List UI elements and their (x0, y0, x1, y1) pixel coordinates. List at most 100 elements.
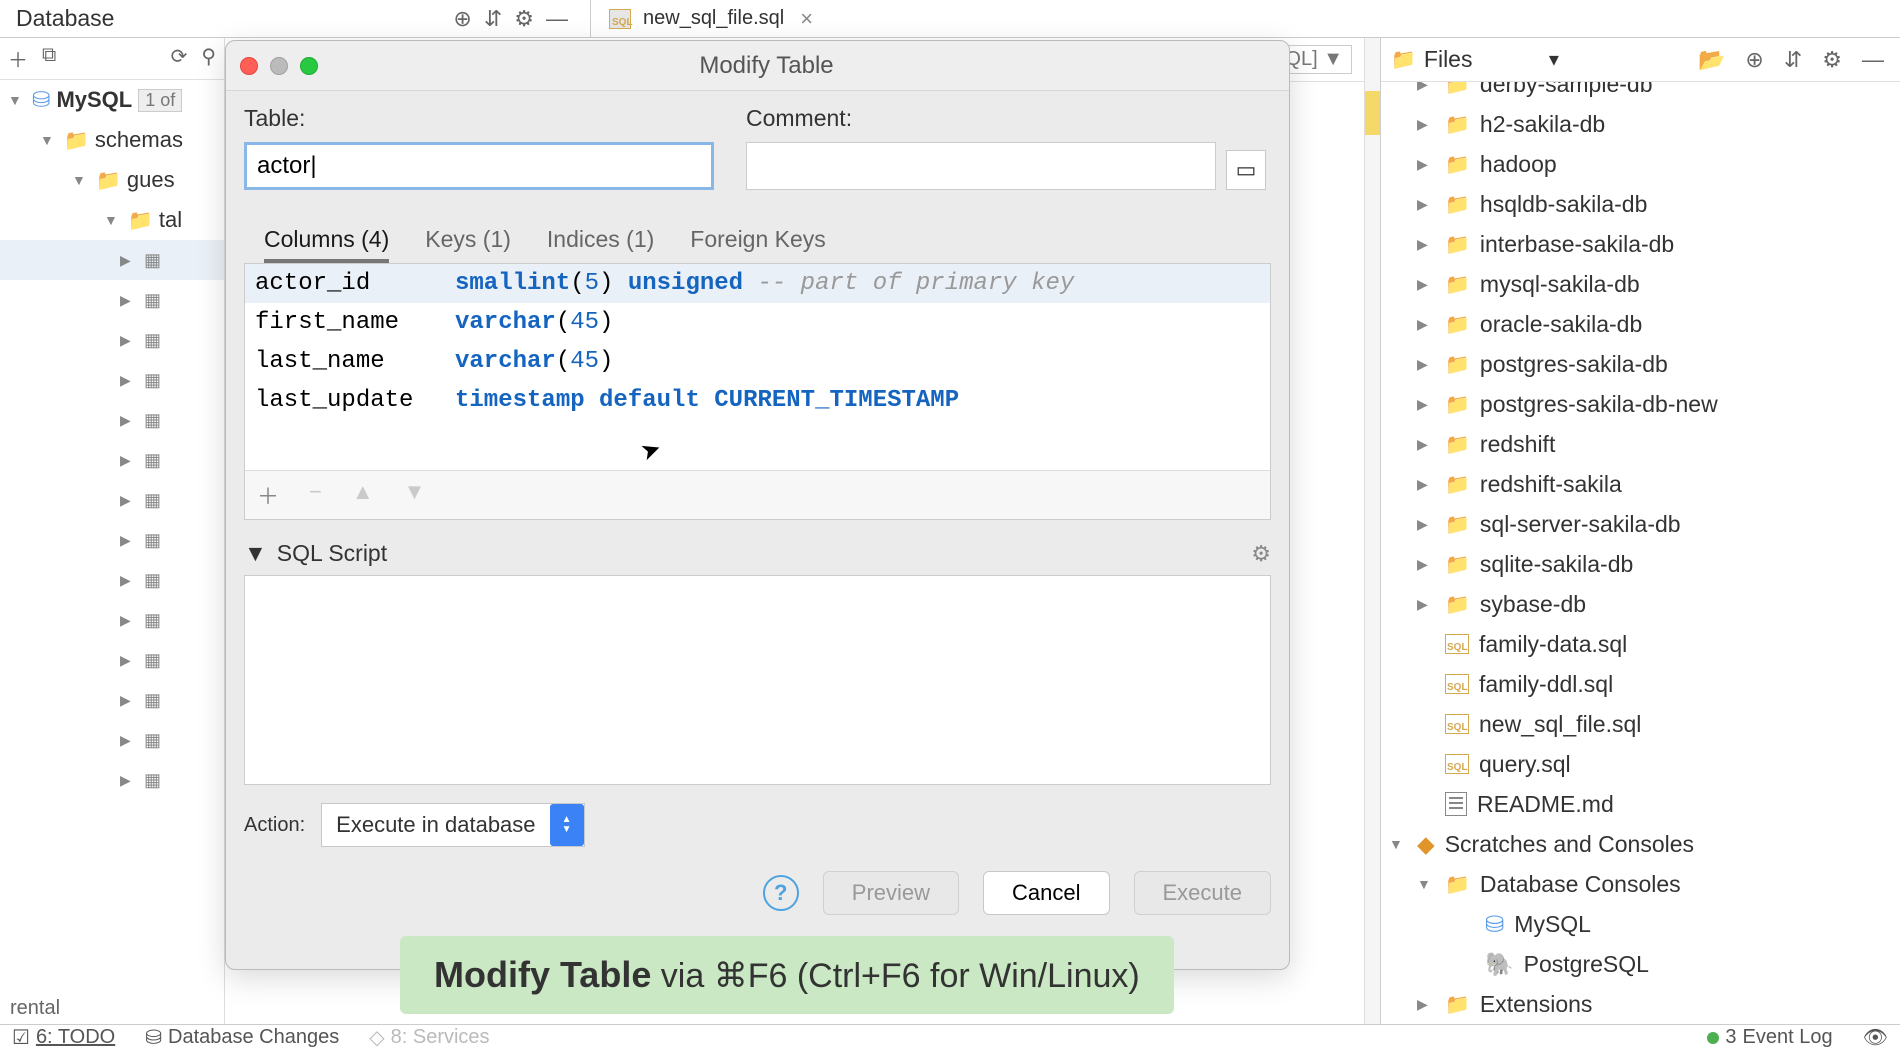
refresh-icon[interactable]: ⟳ (171, 44, 188, 73)
tree-table-row[interactable]: ▦ (0, 240, 224, 280)
folder-item[interactable]: ▶📁postgres-sakila-db-new (1381, 384, 1900, 424)
tree-table-row[interactable]: ▦ (0, 720, 224, 760)
folder-item[interactable]: ▶📁mysql-sakila-db (1381, 264, 1900, 304)
expand-comment-icon[interactable]: ▭ (1226, 150, 1266, 190)
tree-table-row[interactable]: ▦ (0, 560, 224, 600)
minimize-icon[interactable]: — (1856, 47, 1890, 73)
action-select[interactable]: Execute in database ▲▼ (321, 803, 584, 847)
files-tree[interactable]: ▶📁derby-sample-db▶📁h2-sakila-db▶📁hadoop▶… (1381, 82, 1900, 1024)
help-icon[interactable]: ? (763, 875, 799, 911)
folder-item[interactable]: ▶📁sybase-db (1381, 584, 1900, 624)
open-icon[interactable]: 📂 (1692, 47, 1731, 73)
database-tree[interactable]: ⛁ MySQL 1 of 📁 schemas 📁 gues 📁 (0, 80, 224, 993)
dialog-title: Modify Table (318, 52, 1275, 80)
folder-item[interactable]: ▶📁redshift (1381, 424, 1900, 464)
tree-schemas[interactable]: 📁 schemas (0, 120, 224, 160)
file-item[interactable]: SQLfamily-ddl.sql (1381, 664, 1900, 704)
cancel-button[interactable]: Cancel (983, 871, 1109, 915)
tree-table-row[interactable]: ▦ (0, 600, 224, 640)
columns-list[interactable]: actor_id smallint(5) unsigned -- part of… (244, 263, 1271, 520)
column-row[interactable]: actor_id smallint(5) unsigned -- part of… (245, 264, 1270, 303)
table-name-input[interactable] (244, 142, 714, 190)
preview-button[interactable]: Preview (823, 871, 959, 915)
services-status[interactable]: ◇8: Services (369, 1025, 489, 1050)
tree-table-row[interactable]: ▦ (0, 440, 224, 480)
table-icon: ▦ (144, 650, 161, 671)
tree-datasource[interactable]: ⛁ MySQL 1 of (0, 80, 224, 120)
db-changes-status[interactable]: ⛁Database Changes (145, 1025, 339, 1050)
add-icon[interactable]: ＋ (8, 44, 28, 73)
console-item[interactable]: ⛁MySQL (1381, 904, 1900, 944)
tree-table-row[interactable]: ▦ (0, 280, 224, 320)
folder-item[interactable]: ▶📁interbase-sakila-db (1381, 224, 1900, 264)
dialog-titlebar[interactable]: Modify Table (226, 41, 1289, 91)
todo-status[interactable]: ☑6: TODO (12, 1025, 115, 1050)
tree-table-row[interactable]: ▦ (0, 480, 224, 520)
tree-table-row[interactable]: ▦ (0, 680, 224, 720)
table-label: Table: (244, 105, 714, 132)
files-header-label: Files (1424, 46, 1541, 73)
folder-item[interactable]: ▶📁sqlite-sakila-db (1381, 544, 1900, 584)
tree-table-row[interactable]: ▦ (0, 360, 224, 400)
table-icon: ▦ (144, 370, 161, 391)
tab-keys[interactable]: Keys (1) (425, 220, 511, 263)
tree-table-row[interactable]: ▦ (0, 760, 224, 800)
zoom-window-icon[interactable] (300, 57, 318, 75)
status-bar: ☑6: TODO ⛁Database Changes ◇8: Services … (0, 1024, 1900, 1050)
comment-input[interactable] (746, 142, 1216, 190)
target-icon[interactable]: ⊕ (447, 6, 477, 32)
gear-icon[interactable]: ⚙ (1251, 541, 1271, 567)
move-down-icon[interactable]: ▼ (404, 479, 426, 511)
column-row[interactable]: last_update timestamp default CURRENT_TI… (245, 381, 1270, 420)
tab-columns[interactable]: Columns (4) (264, 220, 389, 263)
file-item[interactable]: SQLnew_sql_file.sql (1381, 704, 1900, 744)
chevron-down-icon[interactable]: ▾ (1549, 47, 1559, 72)
event-log-status[interactable]: 3Event Log (1707, 1026, 1832, 1049)
copy-icon[interactable]: ⧉ (42, 44, 56, 73)
move-up-icon[interactable]: ▲ (352, 479, 374, 511)
folder-item[interactable]: ▶📁oracle-sakila-db (1381, 304, 1900, 344)
scratches-node[interactable]: ▼◆Scratches and Consoles (1381, 824, 1900, 864)
close-icon[interactable]: × (796, 6, 817, 32)
folder-item[interactable]: ▶📁hsqldb-sakila-db (1381, 184, 1900, 224)
folder-item[interactable]: ▶📁redshift-sakila (1381, 464, 1900, 504)
execute-button[interactable]: Execute (1134, 871, 1272, 915)
collapse-icon[interactable]: ▼ (244, 540, 267, 567)
gear-icon[interactable]: ⚙ (508, 6, 540, 32)
sql-script-area[interactable] (244, 575, 1271, 785)
folder-item[interactable]: ▶📁derby-sample-db (1381, 82, 1900, 104)
gear-icon[interactable]: ⚙ (1816, 47, 1848, 73)
db-consoles-node[interactable]: ▼📁Database Consoles (1381, 864, 1900, 904)
eye-icon[interactable]: 👁 (1863, 1025, 1888, 1050)
close-window-icon[interactable] (240, 57, 258, 75)
minimize-icon[interactable]: — (540, 6, 574, 32)
split-icon[interactable]: ⇵ (1778, 47, 1808, 73)
add-column-icon[interactable]: ＋ (257, 479, 279, 511)
tab-foreign-keys[interactable]: Foreign Keys (690, 220, 826, 263)
tree-schema[interactable]: 📁 gues (0, 160, 224, 200)
console-item[interactable]: 🐘PostgreSQL (1381, 944, 1900, 984)
tree-tables-folder[interactable]: 📁 tal (0, 200, 224, 240)
editor-tab[interactable]: SQL new_sql_file.sql × (590, 0, 835, 37)
file-label: hadoop (1480, 151, 1557, 178)
target-icon[interactable]: ⊕ (1739, 47, 1769, 73)
extensions-node[interactable]: ▶📁Extensions (1381, 984, 1900, 1024)
column-row[interactable]: last_name varchar(45) (245, 342, 1270, 381)
tree-table-row[interactable]: ▦ (0, 320, 224, 360)
tree-table-row[interactable]: ▦ (0, 400, 224, 440)
folder-item[interactable]: ▶📁sql-server-sakila-db (1381, 504, 1900, 544)
file-item[interactable]: SQLfamily-data.sql (1381, 624, 1900, 664)
tab-indices[interactable]: Indices (1) (547, 220, 654, 263)
folder-item[interactable]: ▶📁hadoop (1381, 144, 1900, 184)
split-icon[interactable]: ⇵ (478, 6, 508, 32)
tree-table-row[interactable]: ▦ (0, 520, 224, 560)
folder-item[interactable]: ▶📁h2-sakila-db (1381, 104, 1900, 144)
file-item[interactable]: SQLquery.sql (1381, 744, 1900, 784)
folder-item[interactable]: ▶📁postgres-sakila-db (1381, 344, 1900, 384)
file-item[interactable]: README.md (1381, 784, 1900, 824)
remove-column-icon[interactable]: − (309, 479, 322, 511)
minimize-window-icon[interactable] (270, 57, 288, 75)
tree-table-row[interactable]: ▦ (0, 640, 224, 680)
column-row[interactable]: first_name varchar(45) (245, 303, 1270, 342)
filter-icon[interactable]: ⚲ (201, 44, 216, 73)
